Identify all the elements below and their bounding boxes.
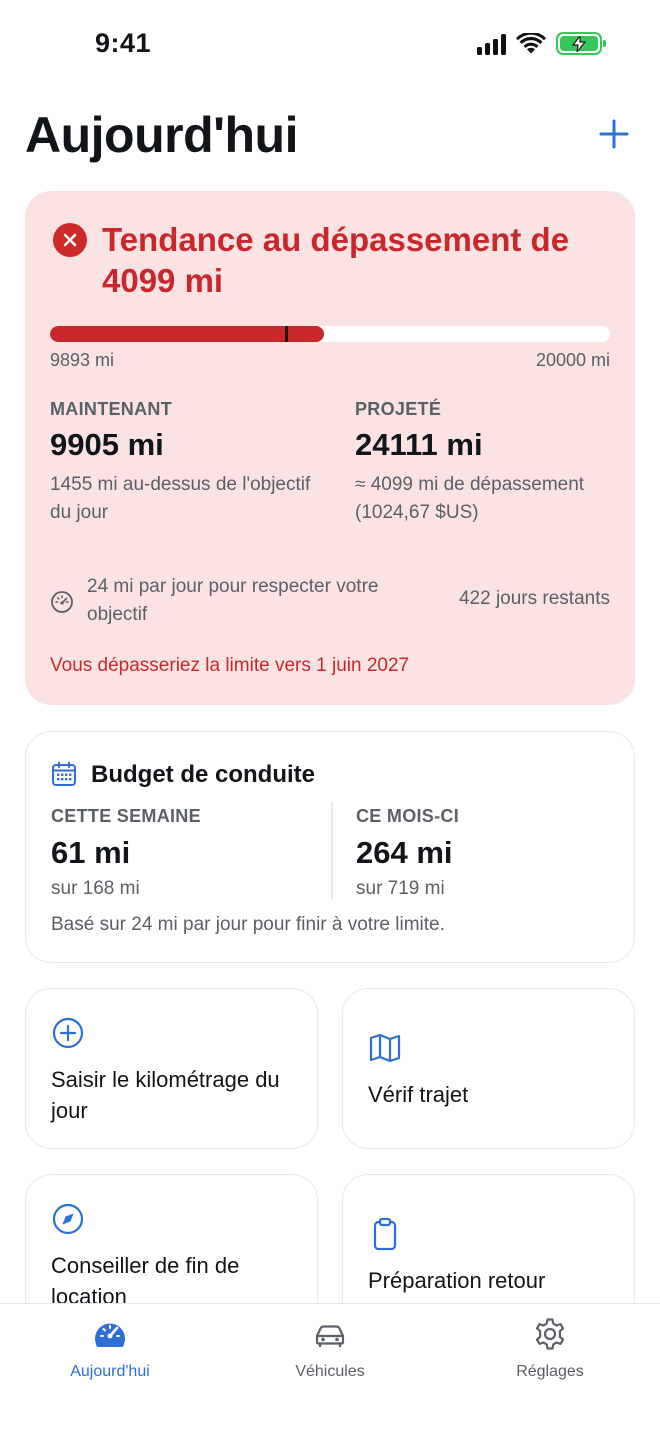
car-icon	[315, 1325, 345, 1348]
tile-label: Vérif trajet	[368, 1082, 469, 1107]
budget-title: Budget de conduite	[91, 761, 315, 788]
tab-settings[interactable]: Réglages	[470, 1316, 630, 1386]
add-button[interactable]	[598, 118, 630, 150]
daily-pace-text: 24 mi par jour pour respecter votre obje…	[87, 576, 379, 625]
status-icons	[477, 32, 606, 55]
stat-value: 9905 mi	[50, 427, 164, 462]
stat-label: PROJETÉ	[355, 399, 442, 419]
mileage-progress-bar	[50, 326, 610, 342]
pace-row: 24 mi par jour pour respecter votre obje…	[50, 573, 610, 631]
stat-sub: sur 719 mi	[356, 878, 445, 899]
stat-sub: sur 168 mi	[51, 878, 140, 899]
budget-note: Basé sur 24 mi par jour pour finir à vot…	[51, 914, 445, 935]
stat-value: 264 mi	[356, 835, 453, 870]
page-title: Aujourd'hui	[25, 107, 299, 163]
tab-label: Réglages	[516, 1363, 584, 1380]
tab-label: Aujourd'hui	[70, 1363, 150, 1380]
tab-bar: Aujourd'hui Véhicules Réglages	[0, 1303, 660, 1431]
driving-budget-card[interactable]: Budget de conduite CETTE SEMAINE 61 mi s…	[25, 731, 635, 963]
stat-value: 61 mi	[51, 835, 131, 870]
error-circle-icon	[53, 223, 87, 257]
calendar-icon	[52, 761, 76, 786]
cellular-signal-icon	[477, 33, 506, 55]
week-budget: CETTE SEMAINE 61 mi sur 168 mi	[51, 806, 311, 903]
stat-label: CE MOIS-CI	[356, 806, 460, 826]
gear-icon	[535, 1318, 565, 1350]
divider	[331, 802, 333, 900]
stat-label: MAINTENANT	[50, 399, 172, 419]
stat-sub: 1455 mi au-dessus de l'objectif du jour	[50, 474, 311, 523]
gauge-icon	[95, 1323, 125, 1347]
compass-icon	[52, 1203, 84, 1235]
status-time: 9:41	[95, 28, 152, 58]
tab-today[interactable]: Aujourd'hui	[30, 1316, 190, 1386]
map-icon	[369, 1033, 401, 1063]
plus-circle-icon	[52, 1017, 84, 1049]
days-remaining: 422 jours restants	[458, 588, 610, 609]
stat-sub: ≈ 4099 mi de dépassement (1024,67 $US)	[355, 474, 585, 523]
tile-label: Préparation retour	[368, 1268, 546, 1293]
month-budget: CE MOIS-CI 264 mi sur 719 mi	[356, 806, 616, 903]
battery-charging-icon	[556, 32, 606, 55]
alert-title: Tendance au dépassement de 4099 mi	[102, 221, 570, 299]
progress-min-label: 9893 mi	[50, 350, 115, 370]
progress-fill	[50, 326, 325, 342]
limit-exceed-note: Vous dépasseriez la limite vers 1 juin 2…	[50, 655, 410, 676]
progress-target-marker	[285, 326, 289, 342]
clipboard-icon	[373, 1217, 397, 1251]
current-mileage-stat: MAINTENANT 9905 mi 1455 mi au-dessus de …	[50, 399, 320, 527]
speedometer-icon	[51, 591, 73, 613]
overage-alert-card: Tendance au dépassement de 4099 mi 9893 …	[25, 191, 635, 705]
tab-label: Véhicules	[295, 1363, 365, 1380]
stat-label: CETTE SEMAINE	[51, 806, 201, 826]
trip-check-tile[interactable]: Vérif trajet	[342, 988, 635, 1149]
tab-vehicles[interactable]: Véhicules	[250, 1316, 410, 1386]
wifi-icon	[516, 32, 546, 53]
log-mileage-tile[interactable]: Saisir le kilométrage du jour	[25, 988, 318, 1149]
tile-label: Saisir le kilométrage du jour	[51, 1067, 280, 1123]
plus-icon	[599, 119, 629, 149]
stat-value: 24111 mi	[355, 427, 483, 462]
projected-mileage-stat: PROJETÉ 24111 mi ≈ 4099 mi de dépassemen…	[355, 399, 625, 527]
progress-max-label: 20000 mi	[535, 350, 610, 370]
status-bar: 9:41	[0, 0, 660, 90]
